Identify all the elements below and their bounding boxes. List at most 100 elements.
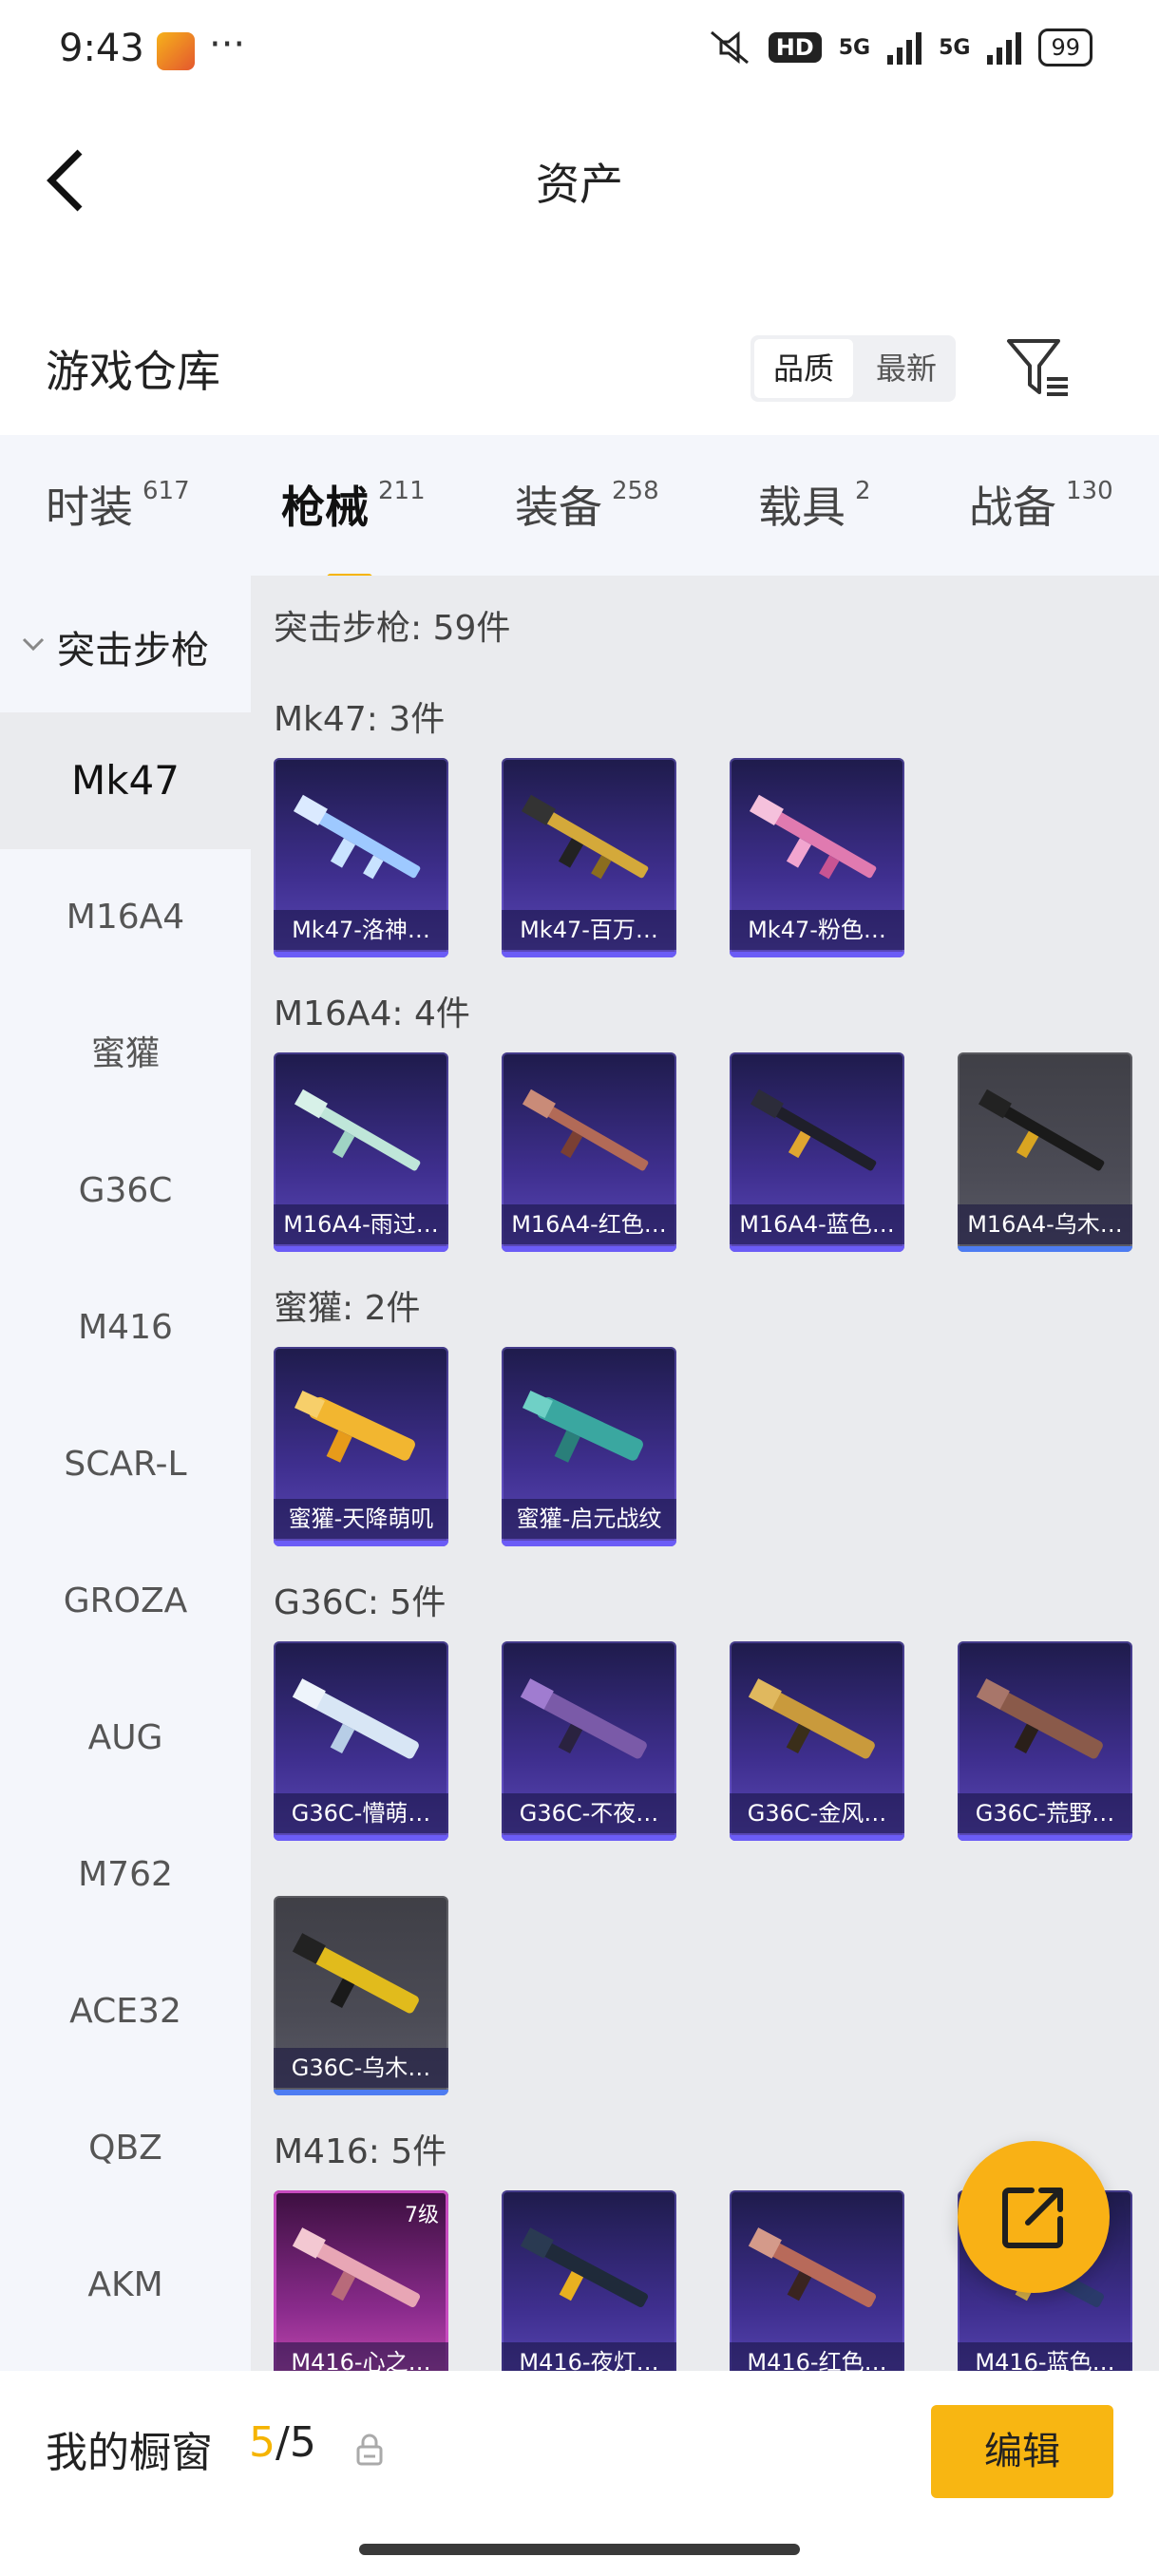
share-fab[interactable] — [958, 2141, 1110, 2293]
rifle-icon — [294, 1089, 421, 1171]
skin-card[interactable]: M16A4-雨过… — [274, 1052, 448, 1252]
skin-card[interactable]: 蜜獾-启元战纹 — [502, 1347, 676, 1546]
sidebar-item-groza[interactable]: GROZA — [0, 1533, 251, 1670]
section-heading: M16A4: 4件 — [274, 994, 470, 1033]
network-type-2: 5G — [939, 35, 971, 60]
sidebar-item-akm[interactable]: AKM — [0, 2217, 251, 2354]
chevron-down-icon — [22, 637, 45, 652]
section-heading: 蜜獾: 2件 — [274, 1289, 421, 1328]
rifle-icon — [521, 794, 649, 880]
skin-card[interactable]: M416-红色… — [730, 2190, 904, 2371]
sort-quality-option[interactable]: 品质 — [754, 339, 853, 398]
rifle-icon — [976, 1678, 1103, 1759]
filter-icon[interactable] — [1005, 337, 1072, 400]
section-heading: Mk47: 3件 — [274, 700, 446, 739]
skin-name: M416-红色… — [730, 2342, 904, 2371]
tab-firearms[interactable]: 枪械 211 — [281, 473, 426, 581]
showcase-bar: 我的橱窗 5/5 编辑 — [0, 2371, 1159, 2576]
rarity-bar — [274, 2090, 448, 2095]
tab-count: 2 — [855, 477, 871, 505]
rarity-bar — [274, 1541, 448, 1546]
sidebar-item-m762[interactable]: M762 — [0, 1807, 251, 1943]
sidebar-item-aug[interactable]: AUG — [0, 1670, 251, 1807]
skin-card[interactable]: Mk47-粉色… — [730, 758, 904, 957]
rarity-bar — [502, 952, 676, 957]
skin-card[interactable]: Mk47-百万… — [502, 758, 676, 957]
skin-card[interactable]: 7级 M416-心之… — [274, 2190, 448, 2371]
network-type-1: 5G — [838, 35, 871, 60]
rarity-bar — [730, 1246, 904, 1252]
rifle-icon — [522, 1390, 643, 1463]
skin-name: G36C-乌木… — [274, 2048, 448, 2088]
page-title: 资产 — [536, 159, 623, 210]
sidebar-group-assault-rifles[interactable]: 突击步枪 — [0, 576, 251, 712]
tab-count: 258 — [612, 477, 659, 505]
rifle-icon — [748, 2227, 877, 2307]
weapon-type-sidebar: 突击步枪 Mk47 M16A4 蜜獾 G36C M416 SCAR-L GROZ… — [0, 576, 251, 2371]
skin-name: Mk47-粉色… — [730, 910, 904, 950]
tab-fashion[interactable]: 时装 617 — [46, 473, 190, 536]
rifle-icon — [293, 794, 421, 880]
skin-name: Mk47-百万… — [502, 910, 676, 950]
skin-name: M416-夜灯… — [502, 2342, 676, 2371]
sidebar-item-m416[interactable]: M416 — [0, 1260, 251, 1396]
sidebar-item-m16a4[interactable]: M16A4 — [0, 849, 251, 986]
rifle-icon — [294, 1390, 415, 1463]
skin-name: G36C-金风… — [730, 1793, 904, 1833]
rifle-icon — [292, 2227, 421, 2307]
sidebar-item-ace32[interactable]: ACE32 — [0, 1943, 251, 2080]
rifle-icon — [292, 1933, 419, 2014]
edit-button[interactable]: 编辑 — [931, 2405, 1113, 2498]
showcase-used: 5 — [249, 2418, 276, 2467]
sort-toggle[interactable]: 品质 最新 — [750, 335, 956, 402]
rifle-icon — [978, 1089, 1105, 1171]
skin-name: M416-心之… — [274, 2342, 448, 2371]
skin-card[interactable]: M16A4-蓝色… — [730, 1052, 904, 1252]
rifle-icon — [748, 1678, 875, 1759]
skin-card[interactable]: M16A4-红色… — [502, 1052, 676, 1252]
sidebar-item-qbz[interactable]: QBZ — [0, 2080, 251, 2217]
sidebar-item-scar-l[interactable]: SCAR-L — [0, 1396, 251, 1533]
app-notification-icon — [157, 32, 195, 70]
skin-name: M16A4-红色… — [502, 1204, 676, 1244]
tab-count: 617 — [142, 477, 190, 505]
sidebar-item-g36c[interactable]: G36C — [0, 1123, 251, 1260]
tab-label: 时装 — [46, 482, 133, 533]
sidebar-item-honey-badger[interactable]: 蜜獾 — [0, 986, 251, 1123]
app-header: 资产 — [0, 104, 1159, 247]
skin-card[interactable]: M16A4-乌木… — [958, 1052, 1132, 1252]
sort-newest-option[interactable]: 最新 — [857, 335, 956, 402]
rifle-icon — [292, 1678, 419, 1759]
skin-card[interactable]: G36C-乌木… — [274, 1896, 448, 2095]
sidebar-group-label: 突击步枪 — [57, 629, 209, 672]
rarity-bar — [274, 952, 448, 957]
rarity-bar — [274, 1246, 448, 1252]
tab-label: 战备 — [969, 482, 1056, 533]
category-tabs: 时装 617 枪械 211 装备 258 载具 2 战备 130 — [0, 435, 1159, 581]
rifle-icon — [520, 2227, 649, 2307]
tab-label: 枪械 — [281, 482, 369, 533]
home-indicator[interactable] — [359, 2544, 800, 2555]
skin-card[interactable]: G36C-懵萌… — [274, 1641, 448, 1841]
signal-icon — [887, 30, 922, 65]
skin-name: M416-蓝色… — [958, 2342, 1132, 2371]
rifle-icon — [749, 794, 877, 880]
skin-name: M16A4-蓝色… — [730, 1204, 904, 1244]
hd-badge: HD — [768, 32, 822, 63]
tab-count: 130 — [1066, 477, 1113, 505]
rarity-bar — [730, 952, 904, 957]
sidebar-item-mk47[interactable]: Mk47 — [0, 712, 251, 849]
skin-card[interactable]: G36C-不夜… — [502, 1641, 676, 1841]
skin-card[interactable]: 蜜獾-天降萌叽 — [274, 1347, 448, 1546]
tab-equipment[interactable]: 装备 258 — [515, 473, 659, 536]
skin-card[interactable]: Mk47-洛神… — [274, 758, 448, 957]
skin-card[interactable]: M416-夜灯… — [502, 2190, 676, 2371]
rarity-bar — [502, 1246, 676, 1252]
skin-card[interactable]: G36C-金风… — [730, 1641, 904, 1841]
showcase-count: 5/5 — [249, 2418, 316, 2467]
tab-vehicles[interactable]: 载具 2 — [758, 473, 871, 536]
skin-card[interactable]: G36C-荒野… — [958, 1641, 1132, 1841]
tab-battle-prep[interactable]: 战备 130 — [969, 473, 1113, 536]
rifle-icon — [520, 1678, 647, 1759]
section-heading: G36C: 5件 — [274, 1583, 446, 1622]
